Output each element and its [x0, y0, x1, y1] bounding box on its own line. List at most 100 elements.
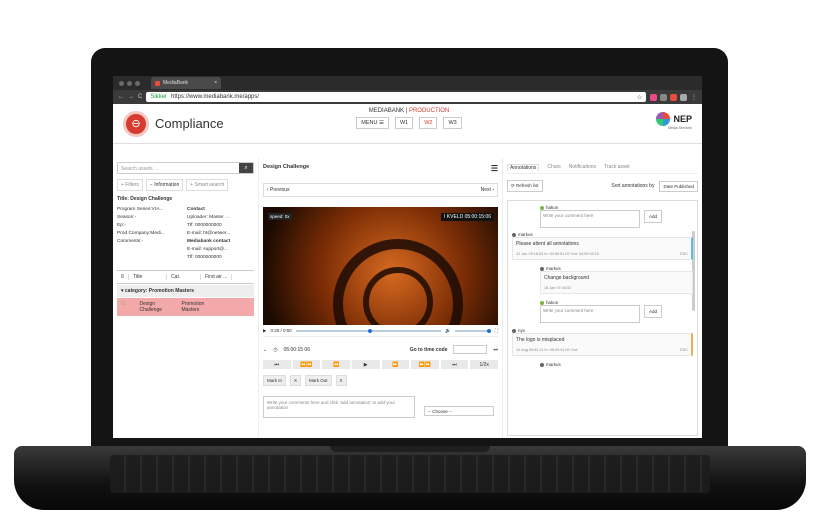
add-comment-button[interactable]: Add — [644, 305, 663, 318]
progress-knob[interactable] — [368, 328, 373, 333]
extension-icon[interactable] — [680, 93, 687, 101]
table-row[interactable]: ☐ Design Challenge Promotion Masters — [117, 298, 254, 316]
skip-end-button[interactable]: ⏭ — [440, 360, 469, 369]
chevron-down-icon[interactable]: ⌄ — [263, 347, 267, 353]
video-frame[interactable]: speed: 0x I KVELD 05:00:15:06 — [263, 207, 498, 325]
tab-track-asset[interactable]: Track asset — [604, 164, 630, 171]
secure-label: Sikker — [150, 94, 168, 100]
main-columns: Search assets ... ⌕ + Filters − Informat… — [113, 158, 702, 438]
window-w2-button[interactable]: W2 — [419, 117, 438, 129]
url-field[interactable]: Sikker https://www.mediabank.me/apps/ ☆ — [146, 92, 646, 102]
window-close-dot[interactable] — [119, 80, 124, 86]
company-logo-sub: Media Services — [668, 126, 692, 130]
col-header[interactable]: First air ... — [201, 274, 233, 280]
transport-controls: ⏮ ⏪⏪ ⏪ ▶ ⏩ ⏩⏩ ⏭ 1/2x — [263, 360, 498, 369]
forward-icon[interactable]: → — [128, 94, 134, 100]
tab-notifications[interactable]: Notifications — [569, 164, 596, 171]
extension-icon[interactable] — [670, 93, 677, 101]
volume-knob[interactable] — [486, 328, 491, 333]
annotation-card[interactable]: Please attent all annotations 12 Jan 09:… — [512, 237, 693, 260]
col-header[interactable]: Title — [129, 274, 168, 280]
company-logo-text: NEP — [673, 114, 692, 124]
goto-timecode-input[interactable] — [453, 345, 488, 354]
company-logo: NEP Media Services — [656, 112, 692, 130]
col-header[interactable]: ß — [117, 274, 130, 280]
col-header[interactable]: Cat. — [167, 274, 202, 280]
meta-contact: Contact — [187, 207, 205, 212]
player-menu-icon[interactable]: ☰ — [491, 164, 498, 173]
tab-smart-search[interactable]: + Smart search — [186, 179, 229, 191]
next-button[interactable]: Next › — [481, 187, 494, 193]
speed-button[interactable]: 1/2x — [470, 360, 498, 369]
volume-icon[interactable]: 🔊 — [445, 328, 451, 334]
tab-chars[interactable]: Chars — [547, 164, 560, 171]
meta-support-tlf: Tlf: 0000000000 — [187, 255, 222, 260]
window-w1-button[interactable]: W1 — [394, 117, 414, 129]
play-button[interactable]: ▶ — [351, 360, 380, 369]
refresh-list-button[interactable]: ⟳ Refresh list — [507, 180, 543, 192]
annotation-meta: 10 Aug 09:52:11 In: 05:00:01:00 Out: — [516, 348, 578, 352]
goto-icon[interactable]: ⏭ — [493, 347, 498, 353]
meta-right: Contact Uploader: Master ... Tlf: 000000… — [187, 206, 230, 262]
header-center: MEDIABANK | PRODUCTION MENU ☰ W1 W2 W3 — [349, 108, 469, 129]
annotation-type-select[interactable]: -- Choose -- — [424, 406, 494, 416]
fullscreen-icon[interactable]: ⛶ — [495, 328, 498, 333]
clear-mark-out-button[interactable]: X — [335, 375, 347, 386]
play-icon[interactable]: ▶ — [263, 328, 266, 334]
tab-close-icon[interactable]: × — [214, 80, 217, 86]
window-w3-button[interactable]: W3 — [443, 117, 462, 129]
tab-filters[interactable]: + Filters — [117, 179, 143, 191]
reload-icon[interactable]: C — [138, 94, 142, 100]
fast-rewind-button[interactable]: ⏪⏪ — [292, 360, 321, 369]
annotation-comment-input[interactable]: Write your comments here and click 'add … — [263, 396, 415, 418]
meta-prod-company: Prod Company:Medi... — [117, 231, 165, 236]
browser-tabbar: MediaBank × — [113, 76, 702, 90]
progress-track[interactable] — [295, 328, 442, 333]
rewind-button[interactable]: ⏪ — [322, 360, 350, 369]
window-min-dot[interactable] — [127, 80, 132, 86]
window-max-dot[interactable] — [135, 80, 140, 86]
category-row[interactable]: ▾ category: Promotion Masters — [117, 285, 254, 297]
extension-icon[interactable] — [660, 93, 667, 101]
comment-input[interactable]: Write your comment here — [540, 210, 640, 228]
search-icon[interactable]: ⌕ — [239, 163, 253, 173]
current-timecode: 05:00:15 06 — [283, 346, 310, 353]
tab-information[interactable]: − Information — [145, 179, 184, 191]
clear-mark-in-button[interactable]: X — [290, 375, 302, 386]
row-category: Promotion Masters — [181, 301, 205, 313]
sort-select[interactable]: Date Published — [659, 180, 698, 192]
tab-annotations[interactable]: Annotations — [507, 164, 540, 171]
user-icon — [512, 232, 516, 237]
category-label: category: Promotion Masters — [124, 288, 195, 294]
reply-block: markus Change background 16 Jan 07:44:52 — [540, 266, 693, 294]
annotation-card[interactable]: The logo is misplaced 10 Aug 09:52:11 In… — [512, 333, 693, 356]
extension-icon[interactable] — [650, 93, 657, 101]
meta-season: Season:- — [117, 215, 137, 220]
forward-button[interactable]: ⏩ — [381, 360, 410, 369]
user-icon — [540, 205, 544, 210]
laptop-hinge — [330, 446, 490, 452]
menu-button[interactable]: MENU ☰ — [356, 117, 389, 129]
meta-mediabank-contact: Mediabank contact — [187, 239, 231, 244]
back-icon[interactable]: ← — [118, 94, 124, 100]
app-header: ⊖ Compliance MEDIABANK | PRODUCTION MENU… — [113, 104, 702, 144]
time-display: 0:25 / 0:50 — [270, 328, 292, 333]
reply-card[interactable]: Change background 16 Jan 07:44:52 — [540, 271, 693, 294]
comment-input[interactable]: Write your comment here — [540, 305, 640, 323]
browser-menu-icon[interactable]: ⋮ — [691, 94, 697, 101]
browser-tab[interactable]: MediaBank × — [151, 77, 221, 89]
annotation-text: Please attent all annotations — [516, 241, 579, 247]
skip-start-button[interactable]: ⏮ — [263, 360, 291, 369]
star-icon[interactable]: ☆ — [637, 94, 642, 101]
volume-track[interactable] — [454, 328, 491, 333]
fast-forward-button[interactable]: ⏩⏩ — [411, 360, 439, 369]
previous-button[interactable]: ‹ Previous — [267, 187, 290, 193]
annotation-meta: 12 Jan 09:16:53 In: 04:59:51:02 Out: 04:… — [516, 252, 599, 256]
asset-meta: Program Series:VIA... Season:- Ep:- Prod… — [117, 206, 254, 262]
mark-out-button[interactable]: Mark Out — [305, 375, 332, 386]
user-name: markus — [546, 362, 561, 367]
search-input[interactable]: Search assets ... — [118, 163, 239, 173]
mark-in-button[interactable]: Mark In — [263, 375, 287, 386]
screen: MediaBank × ← → C Sikker https://www.med… — [113, 76, 702, 438]
add-comment-button[interactable]: Add — [644, 210, 663, 223]
